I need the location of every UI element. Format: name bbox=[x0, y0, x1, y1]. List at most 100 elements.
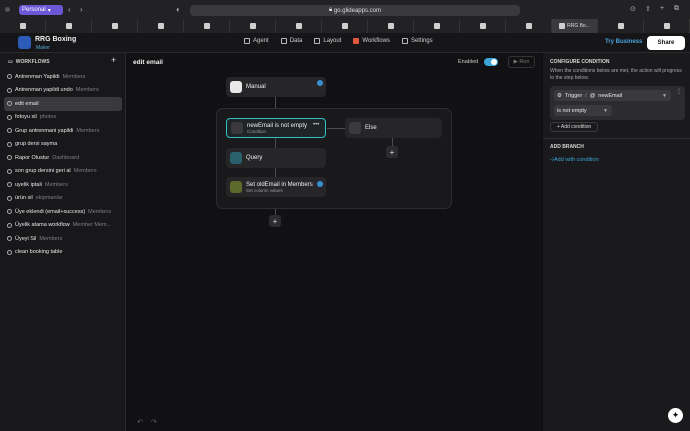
workflow-icon bbox=[7, 141, 12, 147]
trigger-node[interactable]: Manual bbox=[226, 77, 326, 97]
sidebar-item[interactable]: fotoyu sil photos bbox=[4, 111, 122, 125]
tab[interactable] bbox=[230, 19, 276, 33]
workflow-sidebar: ▭ WORKFLOWS + Antrenman Yapildi Members Ant… bbox=[0, 53, 126, 431]
app-logo[interactable] bbox=[18, 36, 31, 49]
undo-icon[interactable]: ↶ bbox=[137, 418, 143, 426]
sidebar-item[interactable]: Rapor Olustur Dashboard bbox=[4, 151, 122, 165]
favicon-icon bbox=[157, 23, 164, 29]
sidebar-item[interactable]: edit email bbox=[4, 97, 122, 111]
more-vertical-icon[interactable]: ⋮ bbox=[676, 88, 682, 95]
share-label: Share bbox=[657, 40, 675, 46]
sidebar-item[interactable]: son grup dersini geri al Members bbox=[4, 165, 122, 179]
tab[interactable] bbox=[506, 19, 552, 33]
nav-layout[interactable]: Layout bbox=[314, 38, 341, 44]
sidebar-item[interactable]: Antrenman yapildi undo Members bbox=[4, 84, 122, 98]
tab[interactable] bbox=[414, 19, 460, 33]
add-step-else-button[interactable]: + bbox=[386, 146, 398, 158]
condition-label: newEmail is not empty bbox=[247, 122, 308, 129]
tab[interactable] bbox=[644, 19, 690, 33]
assistant-sparkle-button[interactable]: ✦ bbox=[668, 408, 683, 423]
query-label: Query bbox=[246, 155, 263, 161]
forward-icon[interactable]: › bbox=[80, 5, 83, 14]
more-options-icon[interactable]: ••• bbox=[313, 122, 319, 128]
agent-icon bbox=[244, 38, 250, 44]
browser-chrome: Personal ▾ ‹ › ◐ 🔒︎ go.glideapps.com ⊙ ⇪ … bbox=[0, 0, 690, 33]
workflow-table: Member Mem... bbox=[72, 222, 112, 229]
workflow-icon bbox=[7, 101, 12, 107]
favicon-icon bbox=[525, 23, 532, 29]
profile-button[interactable]: Personal ▾ bbox=[19, 5, 63, 15]
tab[interactable] bbox=[46, 19, 92, 33]
new-tab-icon[interactable]: + bbox=[660, 5, 664, 12]
add-with-condition-link[interactable]: Add with condition bbox=[554, 157, 599, 163]
tab[interactable] bbox=[0, 19, 46, 33]
sidebar-item[interactable]: clean booking table bbox=[4, 246, 122, 260]
condition-field-select[interactable]: ⚙ Trigger / @ newEmail bbox=[554, 90, 671, 101]
app-role: Maker bbox=[36, 45, 50, 51]
tab[interactable] bbox=[276, 19, 322, 33]
info-badge-icon bbox=[317, 181, 323, 187]
chevron-down-icon: ▼ bbox=[603, 108, 608, 114]
add-condition-button[interactable]: + Add condition bbox=[550, 122, 598, 132]
try-business-link[interactable]: Try Business bbox=[605, 39, 642, 45]
url-bar[interactable]: 🔒︎ go.glideapps.com bbox=[190, 5, 520, 16]
nav-agent[interactable]: Agent bbox=[244, 38, 269, 44]
favicon-icon bbox=[295, 23, 302, 29]
tab[interactable] bbox=[92, 19, 138, 33]
sidebar-toggle-icon[interactable]: ▭ bbox=[8, 59, 13, 65]
path-separator: / bbox=[585, 92, 587, 99]
enabled-label: Enabled bbox=[458, 59, 479, 65]
tab[interactable] bbox=[598, 19, 644, 33]
app-name[interactable]: RRG Boxing bbox=[35, 36, 76, 43]
redo-icon[interactable]: ↷ bbox=[151, 418, 157, 426]
set-column-node[interactable]: Set oldEmail in Members Set column value… bbox=[226, 177, 326, 197]
url-text: go.glideapps.com bbox=[333, 7, 381, 14]
sidebar-item[interactable]: Antrenman Yapildi Members bbox=[4, 70, 122, 84]
connector-line bbox=[275, 97, 276, 108]
workflow-icon bbox=[7, 222, 12, 228]
sidebar-item[interactable]: Üyeyi Sil Members bbox=[4, 232, 122, 246]
window-close-dot[interactable] bbox=[5, 7, 10, 12]
tab-strip: RRG Bo... bbox=[0, 19, 690, 33]
nav-data[interactable]: Data bbox=[280, 38, 302, 44]
favicon-icon bbox=[433, 23, 440, 29]
favicon-icon bbox=[249, 23, 256, 29]
share-browser-icon[interactable]: ⇪ bbox=[645, 5, 651, 13]
nav-settings[interactable]: Settings bbox=[401, 38, 433, 44]
sidebar-item[interactable]: ürün sil ekipmanlar bbox=[4, 192, 122, 206]
nav-workflows[interactable]: Workflows bbox=[353, 38, 390, 44]
panel-title: CONFIGURE CONDITION bbox=[550, 59, 610, 65]
favicon-icon bbox=[559, 23, 566, 29]
tab-overview-icon[interactable]: ⧉ bbox=[674, 5, 679, 13]
workflow-table: Members bbox=[62, 73, 86, 80]
add-step-button[interactable]: + bbox=[269, 215, 281, 227]
share-button[interactable]: Share bbox=[647, 36, 685, 50]
workflow-canvas[interactable]: edit email Enabled ▶ Run Manual newEmail… bbox=[127, 53, 542, 431]
tab-active[interactable]: RRG Bo... bbox=[552, 19, 598, 33]
tab[interactable] bbox=[368, 19, 414, 33]
tab[interactable] bbox=[138, 19, 184, 33]
sidebar-item[interactable]: uyelik iptali Members bbox=[4, 178, 122, 192]
sidebar-item[interactable]: Üye eklendi (email+success) Members bbox=[4, 205, 122, 219]
chevron-down-icon: ▾ bbox=[47, 7, 51, 14]
download-icon[interactable]: ⊙ bbox=[630, 5, 636, 13]
back-icon[interactable]: ‹ bbox=[68, 5, 71, 14]
run-button[interactable]: ▶ Run bbox=[508, 56, 535, 68]
workflow-name: uyelik iptali bbox=[15, 181, 42, 188]
workflow-name: Üye eklendi (email+success) bbox=[15, 208, 86, 215]
tracker-icon[interactable]: ◐ bbox=[176, 5, 181, 14]
at-icon: @ bbox=[589, 92, 596, 99]
else-node[interactable]: Else bbox=[345, 118, 442, 138]
condition-node[interactable]: newEmail is not empty Condition bbox=[226, 118, 326, 138]
sidebar-item[interactable]: Grup antrenmani yapildi Members bbox=[4, 124, 122, 138]
query-node[interactable]: Query bbox=[226, 148, 326, 168]
add-workflow-icon[interactable]: + bbox=[111, 55, 116, 65]
sidebar-item[interactable]: grup dersi sayma bbox=[4, 138, 122, 152]
tab[interactable] bbox=[184, 19, 230, 33]
tab[interactable] bbox=[322, 19, 368, 33]
sidebar-item[interactable]: Üyelik atama workflow Member Mem... bbox=[4, 219, 122, 233]
enabled-toggle[interactable] bbox=[484, 58, 498, 66]
tab[interactable] bbox=[460, 19, 506, 33]
condition-icon bbox=[231, 122, 243, 134]
workflow-name: ürün sil bbox=[15, 195, 33, 202]
